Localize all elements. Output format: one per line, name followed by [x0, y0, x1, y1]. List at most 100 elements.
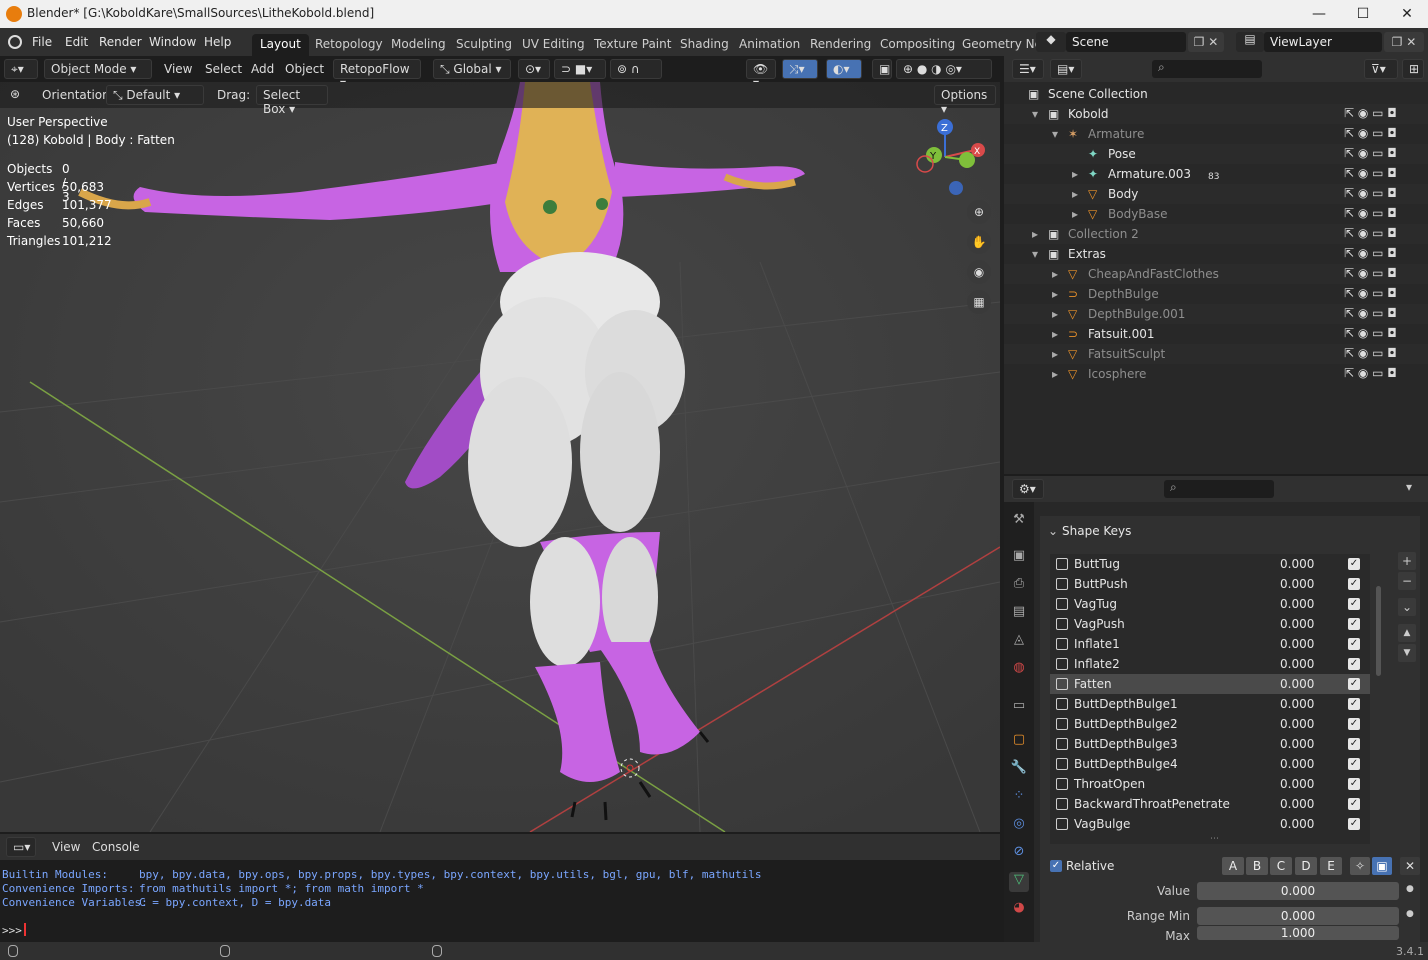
render-tab-icon[interactable]: ▣ — [1009, 548, 1029, 568]
restriction-toggles[interactable]: ⇱ ◉ ▭ ◘ — [1344, 226, 1397, 240]
outliner-item[interactable]: ✦ Pose ⇱ ◉ ▭ ◘ — [1004, 144, 1428, 164]
blender-menu-icon[interactable] — [8, 35, 22, 49]
letter-c-button[interactable]: C — [1270, 857, 1292, 875]
letter-d-button[interactable]: D — [1295, 857, 1317, 875]
restriction-toggles[interactable]: ⇱ ◉ ▭ ◘ — [1344, 126, 1397, 140]
tool-tab-icon[interactable]: ⚒ — [1009, 512, 1029, 532]
minimize-button[interactable]: — — [1296, 0, 1342, 28]
expand-arrow-icon[interactable]: ▾ — [1032, 247, 1038, 261]
letter-e-button[interactable]: E — [1320, 857, 1342, 875]
expand-arrow-icon[interactable]: ▸ — [1052, 327, 1058, 341]
material-tab-icon[interactable]: ◕ — [1009, 900, 1029, 920]
restriction-toggles[interactable]: ⇱ ◉ ▭ ◘ — [1344, 306, 1397, 320]
view-layer-field[interactable]: ViewLayer — [1264, 32, 1382, 52]
navigation-gizmo[interactable]: Z X Y — [905, 112, 995, 202]
letter-b-button[interactable]: B — [1246, 857, 1268, 875]
expand-arrow-icon[interactable]: ▸ — [1052, 367, 1058, 381]
properties-options-icon[interactable]: ▾ — [1406, 480, 1412, 494]
shape-key-value[interactable]: 0.000 — [1280, 677, 1314, 691]
menu-edit[interactable]: Edit — [65, 35, 88, 49]
tab-uv-editing[interactable]: UV Editing — [514, 34, 593, 56]
tab-rendering[interactable]: Rendering — [802, 34, 879, 56]
camera-view-icon[interactable]: ◉ — [967, 260, 991, 284]
shape-key-value[interactable]: 0.000 — [1280, 637, 1314, 651]
menu-help[interactable]: Help — [204, 35, 231, 49]
physics-tab-icon[interactable]: ◎ — [1009, 816, 1029, 836]
shape-key-mute-checkbox[interactable]: ✓ — [1348, 678, 1360, 690]
outliner-item[interactable]: ▸ ⊃ Fatsuit.001 ⇱ ◉ ▭ ◘ — [1004, 324, 1428, 344]
particles-tab-icon[interactable]: ⁘ — [1009, 788, 1029, 808]
panel-collapse-icon[interactable]: ⌄ — [1048, 524, 1058, 538]
shape-key-specials-icon[interactable]: ⌄ — [1398, 598, 1416, 616]
outliner-item[interactable]: ▸ ▣ Collection 2 ⇱ ◉ ▭ ◘ — [1004, 224, 1428, 244]
outliner-item[interactable]: ▸ ▽ CheapAndFastClothes ⇱ ◉ ▭ ◘ — [1004, 264, 1428, 284]
retopoflow-dropdown[interactable]: RetopoFlow ▾ — [333, 59, 421, 90]
shape-key-row[interactable]: ButtDepthBulge3 0.000 ✓ — [1050, 734, 1370, 754]
edit-mode-toggle-icon[interactable]: ▣ — [1372, 857, 1392, 875]
shape-key-row[interactable]: ButtDepthBulge1 0.000 ✓ — [1050, 694, 1370, 714]
shape-key-row[interactable]: ThroatOpen 0.000 ✓ — [1050, 774, 1370, 794]
outliner-item[interactable]: ▸ ▽ BodyBase ⇱ ◉ ▭ ◘ — [1004, 204, 1428, 224]
gizmo-toggle-icon[interactable]: ⤨▾ — [782, 59, 818, 79]
shading-mode-buttons[interactable]: ⊕ ● ◑ ◎▾ — [896, 59, 992, 79]
output-tab-icon[interactable]: ⎙ — [1009, 576, 1029, 596]
value-field[interactable]: 0.000 — [1197, 882, 1399, 900]
console-menu-view[interactable]: View — [52, 840, 80, 854]
shape-key-row[interactable]: Inflate2 0.000 ✓ — [1050, 654, 1370, 674]
expand-arrow-icon[interactable]: ▸ — [1072, 167, 1078, 181]
restriction-toggles[interactable]: ⇱ ◉ ▭ ◘ — [1344, 146, 1397, 160]
expand-arrow-icon[interactable]: ▸ — [1072, 187, 1078, 201]
properties-editor-type-icon[interactable]: ⚙▾ — [1012, 479, 1044, 499]
range-min-field[interactable]: 0.000 — [1197, 907, 1399, 925]
expand-arrow-icon[interactable]: ▾ — [1052, 127, 1058, 141]
shape-key-mute-checkbox[interactable]: ✓ — [1348, 578, 1360, 590]
filter-icon[interactable]: ⊽▾ — [1364, 59, 1398, 79]
tab-sculpting[interactable]: Sculpting — [448, 34, 520, 56]
outliner-item[interactable]: ▸ ▽ Body ⇱ ◉ ▭ ◘ — [1004, 184, 1428, 204]
shape-key-value[interactable]: 0.000 — [1280, 617, 1314, 631]
shape-key-row[interactable]: Fatten 0.000 ✓ — [1050, 674, 1370, 694]
new-view-layer-button[interactable]: ❐ ✕ — [1384, 32, 1424, 52]
pan-hand-icon[interactable]: ✋ — [967, 230, 991, 254]
menu-render[interactable]: Render — [99, 35, 142, 49]
expand-arrow-icon[interactable]: ▸ — [1052, 307, 1058, 321]
maximize-button[interactable]: ☐ — [1340, 0, 1386, 28]
list-resize-grip[interactable]: ⋯ — [1210, 834, 1219, 844]
new-collection-icon[interactable]: ⊞ — [1402, 59, 1424, 79]
properties-search-input[interactable]: ⌕ — [1164, 480, 1274, 498]
shape-key-value[interactable]: 0.000 — [1280, 557, 1314, 571]
restriction-toggles[interactable]: ⇱ ◉ ▭ ◘ — [1344, 286, 1397, 300]
outliner-item[interactable]: ▾ ✶ Armature ⇱ ◉ ▭ ◘ — [1004, 124, 1428, 144]
python-console[interactable]: Builtin Modules: bpy, bpy.data, bpy.ops,… — [0, 860, 1000, 942]
tab-modeling[interactable]: Modeling — [383, 34, 454, 56]
mode-dropdown[interactable]: Object Mode ▾ — [44, 59, 152, 79]
constraints-tab-icon[interactable]: ⊘ — [1009, 844, 1029, 864]
3d-viewport[interactable]: User Perspective (128) Kobold | Body : F… — [0, 82, 1000, 832]
perspective-toggle-icon[interactable]: ▦ — [967, 290, 991, 314]
shape-key-row[interactable]: VagBulge 0.000 ✓ — [1050, 814, 1370, 834]
shape-key-value[interactable]: 0.000 — [1280, 657, 1314, 671]
tab-shading[interactable]: Shading — [672, 34, 737, 56]
move-up-button[interactable]: ▲ — [1398, 624, 1416, 642]
menu-window[interactable]: Window — [149, 35, 196, 49]
move-down-button[interactable]: ▼ — [1398, 644, 1416, 662]
tool-settings-icon[interactable]: ⊛ — [10, 87, 20, 101]
list-scrollbar[interactable] — [1376, 586, 1381, 676]
shape-key-mute-checkbox[interactable]: ✓ — [1348, 758, 1360, 770]
shape-key-mute-checkbox[interactable]: ✓ — [1348, 658, 1360, 670]
drag-dropdown[interactable]: Select Box ▾ — [256, 85, 328, 116]
expand-arrow-icon[interactable]: ▸ — [1072, 207, 1078, 221]
expand-arrow-icon[interactable]: ▾ — [1032, 107, 1038, 121]
shape-keys-list[interactable]: ButtTug 0.000 ✓ ButtPush 0.000 ✓ VagTug 0.000 ✓ V… — [1050, 554, 1370, 844]
menu-object[interactable]: Object — [285, 62, 324, 76]
restriction-toggles[interactable]: ⇱ ◉ ▭ ◘ — [1344, 266, 1397, 280]
shape-key-mute-checkbox[interactable]: ✓ — [1348, 558, 1360, 570]
properties-editor[interactable]: ⚙▾ ⌕ ▾ ⚒ ▣ ⎙ ▤ ◬ ◍ ▭ ▢ 🔧 ⁘ ◎ ⊘ ▽ ◕ ⌄ Sha… — [1004, 476, 1428, 943]
menu-view[interactable]: View — [164, 62, 192, 76]
restriction-toggles[interactable]: ⇱ ◉ ▭ ◘ — [1344, 366, 1397, 380]
outliner-item[interactable]: ▸ ⊃ DepthBulge ⇱ ◉ ▭ ◘ — [1004, 284, 1428, 304]
view-layer-tab-icon[interactable]: ▤ — [1009, 604, 1029, 624]
outliner-search-input[interactable]: ⌕ — [1152, 60, 1262, 78]
new-scene-button[interactable]: ❐ ✕ — [1188, 32, 1224, 52]
restriction-toggles[interactable]: ⇱ ◉ ▭ ◘ — [1344, 346, 1397, 360]
